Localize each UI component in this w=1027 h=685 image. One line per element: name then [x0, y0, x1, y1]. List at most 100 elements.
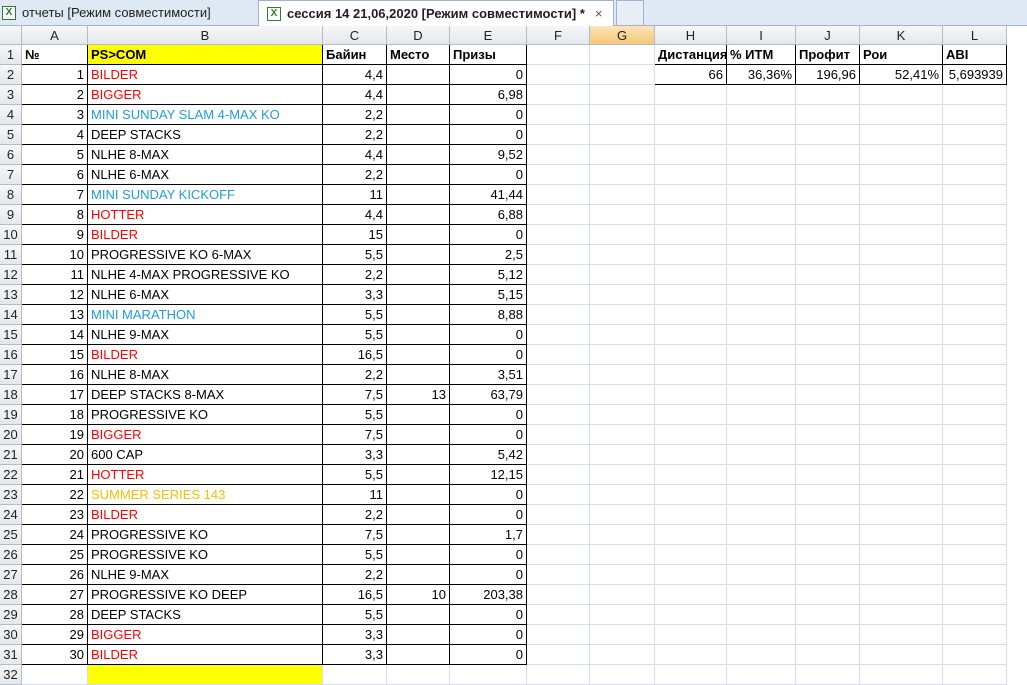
cell-buyin[interactable]: 7,5 — [323, 385, 387, 405]
cell-empty[interactable] — [590, 605, 655, 625]
cell-empty[interactable] — [655, 245, 727, 265]
cell-empty[interactable] — [655, 165, 727, 185]
cell-empty[interactable] — [796, 465, 860, 485]
cell-number[interactable]: 1 — [22, 65, 88, 85]
stats-value-cell[interactable]: 5,693939 — [943, 65, 1007, 85]
column-header-g[interactable]: G — [590, 26, 655, 45]
stats-header-cell[interactable]: Профит — [796, 45, 860, 65]
cell-empty[interactable] — [943, 645, 1007, 665]
cell-empty[interactable] — [727, 625, 796, 645]
cell-place[interactable] — [387, 165, 450, 185]
cell-buyin[interactable]: 5,5 — [323, 305, 387, 325]
cell-empty[interactable] — [860, 105, 943, 125]
cell-number[interactable]: 26 — [22, 565, 88, 585]
cell-place[interactable] — [387, 285, 450, 305]
cell-empty[interactable] — [796, 625, 860, 645]
cell-tournament-name[interactable]: NLHE 8-MAX — [88, 365, 323, 385]
cell-empty[interactable] — [450, 665, 527, 685]
cell-empty[interactable] — [943, 245, 1007, 265]
cell-place[interactable] — [387, 545, 450, 565]
cell-empty[interactable] — [655, 665, 727, 685]
cell-empty[interactable] — [655, 405, 727, 425]
cell-empty[interactable] — [796, 545, 860, 565]
cell-place[interactable]: 10 — [387, 585, 450, 605]
cell-empty[interactable] — [727, 465, 796, 485]
column-header-b[interactable]: B — [88, 26, 323, 45]
cell-tournament-name[interactable]: NLHE 6-MAX — [88, 165, 323, 185]
cell-number[interactable]: 16 — [22, 365, 88, 385]
cell-empty[interactable] — [860, 165, 943, 185]
cell-empty[interactable] — [590, 85, 655, 105]
cell-empty[interactable] — [655, 385, 727, 405]
cell-place[interactable] — [387, 645, 450, 665]
row-header[interactable]: 26 — [0, 545, 22, 565]
cell-place[interactable] — [387, 145, 450, 165]
row-header[interactable]: 7 — [0, 165, 22, 185]
row-header[interactable]: 19 — [0, 405, 22, 425]
cell-empty[interactable] — [943, 465, 1007, 485]
stats-value-cell[interactable]: 66 — [655, 65, 727, 85]
cell-prize[interactable]: 8,88 — [450, 305, 527, 325]
cell-empty[interactable] — [727, 125, 796, 145]
cell-number[interactable]: 15 — [22, 345, 88, 365]
cell-empty[interactable] — [590, 285, 655, 305]
cell-number[interactable]: 17 — [22, 385, 88, 405]
cell-empty[interactable] — [727, 505, 796, 525]
cell-prize[interactable]: 3,51 — [450, 365, 527, 385]
cell-empty[interactable] — [796, 305, 860, 325]
cell-empty[interactable] — [527, 245, 590, 265]
cell-empty[interactable] — [590, 625, 655, 645]
cell-prize[interactable]: 0 — [450, 485, 527, 505]
cell-empty[interactable] — [727, 385, 796, 405]
cell-empty[interactable] — [727, 85, 796, 105]
stats-header-cell[interactable]: % ИТМ — [727, 45, 796, 65]
header-cell-number[interactable]: № — [22, 45, 88, 65]
cell-empty[interactable] — [655, 325, 727, 345]
cell-number[interactable]: 3 — [22, 105, 88, 125]
cell-empty[interactable] — [590, 545, 655, 565]
cell-empty[interactable] — [943, 85, 1007, 105]
cell-place[interactable] — [387, 245, 450, 265]
cell-number[interactable]: 9 — [22, 225, 88, 245]
cell-empty[interactable] — [796, 425, 860, 445]
cell-empty[interactable] — [860, 505, 943, 525]
row-header[interactable]: 8 — [0, 185, 22, 205]
cell-empty[interactable] — [590, 165, 655, 185]
cell-empty[interactable] — [943, 445, 1007, 465]
cell-prize[interactable]: 12,15 — [450, 465, 527, 485]
cell-empty[interactable] — [655, 545, 727, 565]
column-header-h[interactable]: H — [655, 26, 727, 45]
cell-buyin[interactable]: 3,3 — [323, 285, 387, 305]
cell-tournament-name[interactable]: MINI SUNDAY SLAM 4-MAX KO — [88, 105, 323, 125]
column-header-l[interactable]: L — [943, 26, 1007, 45]
cell-empty[interactable] — [590, 665, 655, 685]
cell-empty[interactable] — [860, 485, 943, 505]
cell-empty[interactable] — [860, 565, 943, 585]
cell-prize[interactable]: 9,52 — [450, 145, 527, 165]
cell-empty[interactable] — [943, 625, 1007, 645]
cell-empty[interactable] — [860, 265, 943, 285]
cell-buyin[interactable]: 7,5 — [323, 425, 387, 445]
cell-empty[interactable] — [796, 85, 860, 105]
cell-empty[interactable] — [727, 605, 796, 625]
cell-prize[interactable]: 0 — [450, 165, 527, 185]
cell-empty[interactable] — [727, 145, 796, 165]
cell-empty[interactable] — [527, 545, 590, 565]
cell-empty[interactable] — [727, 545, 796, 565]
column-header-f[interactable]: F — [527, 26, 590, 45]
cell-empty[interactable] — [796, 565, 860, 585]
stats-header-cell[interactable]: Рои — [860, 45, 943, 65]
cell-empty[interactable] — [727, 565, 796, 585]
cell-prize[interactable]: 0 — [450, 625, 527, 645]
close-tab-icon[interactable]: × — [595, 6, 603, 21]
cell-place[interactable] — [387, 345, 450, 365]
column-header-k[interactable]: K — [860, 26, 943, 45]
cell-empty[interactable] — [796, 485, 860, 505]
row-header[interactable]: 32 — [0, 665, 22, 685]
cell-empty[interactable] — [860, 665, 943, 685]
cell-empty[interactable] — [527, 345, 590, 365]
cell-place[interactable] — [387, 305, 450, 325]
cell-place[interactable] — [387, 565, 450, 585]
cell-empty[interactable] — [943, 105, 1007, 125]
row-header[interactable]: 25 — [0, 525, 22, 545]
